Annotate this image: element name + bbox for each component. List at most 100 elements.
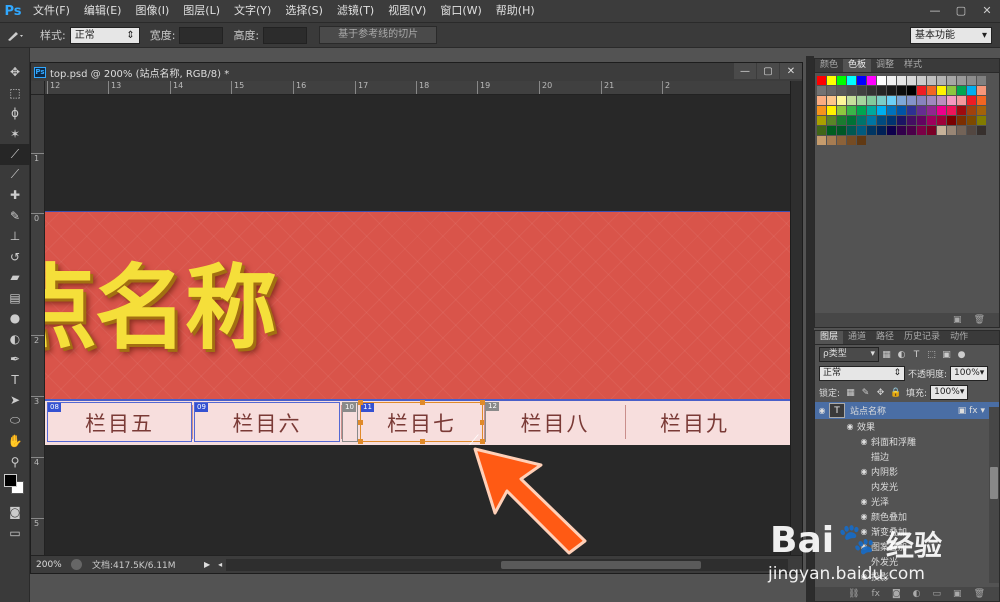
effect-row[interactable]: 描边: [815, 449, 999, 464]
path-selection-tool-icon[interactable]: ➤: [0, 390, 30, 411]
color-swatches[interactable]: [0, 472, 30, 502]
color-swatch[interactable]: [877, 106, 886, 115]
color-swatch[interactable]: [937, 86, 946, 95]
move-tool-icon[interactable]: ✥: [0, 62, 30, 83]
color-swatch[interactable]: [877, 86, 886, 95]
stamp-tool-icon[interactable]: ⊥: [0, 226, 30, 247]
eye-icon[interactable]: [857, 480, 871, 494]
color-swatch[interactable]: [817, 126, 826, 135]
status-menu-arrow-icon[interactable]: ▶: [204, 560, 210, 569]
color-swatch[interactable]: [887, 116, 896, 125]
color-swatch[interactable]: [897, 106, 906, 115]
color-swatch[interactable]: [937, 76, 946, 85]
color-swatch[interactable]: [867, 86, 876, 95]
scroll-left-arrow-icon[interactable]: ◂: [218, 560, 222, 569]
workspace-select[interactable]: 基本功能 ▾: [910, 27, 992, 44]
type-tool-icon[interactable]: T: [0, 370, 30, 391]
color-swatch[interactable]: [947, 126, 956, 135]
color-swatch[interactable]: [867, 76, 876, 85]
color-swatch[interactable]: [927, 116, 936, 125]
vertical-scrollbar[interactable]: [790, 81, 802, 555]
doc-close-icon[interactable]: ✕: [780, 63, 802, 79]
color-swatch[interactable]: [927, 106, 936, 115]
color-swatch[interactable]: [957, 126, 966, 135]
lock-all-icon[interactable]: 🔒: [890, 387, 901, 398]
dodge-tool-icon[interactable]: ◐: [0, 329, 30, 350]
color-swatch[interactable]: [917, 76, 926, 85]
color-swatch[interactable]: [827, 86, 836, 95]
slice-tool-preset-icon[interactable]: [0, 23, 30, 47]
effect-row[interactable]: 内发光: [815, 479, 999, 494]
color-swatch[interactable]: [827, 106, 836, 115]
color-swatch[interactable]: [967, 76, 976, 85]
width-input[interactable]: [179, 26, 224, 44]
fill-input[interactable]: 100% ▾: [930, 385, 969, 400]
color-swatch[interactable]: [887, 106, 896, 115]
color-swatch[interactable]: [917, 116, 926, 125]
brush-tool-icon[interactable]: ✎: [0, 206, 30, 227]
color-swatch[interactable]: [897, 126, 906, 135]
color-swatch[interactable]: [967, 126, 976, 135]
document-tab[interactable]: Ps top.psd @ 200% (站点名称, RGB/8) * — ▢ ✕: [31, 63, 802, 81]
color-swatch[interactable]: [867, 106, 876, 115]
color-swatch[interactable]: [837, 116, 846, 125]
color-swatch[interactable]: [847, 136, 856, 145]
tab-paths[interactable]: 路径: [871, 331, 900, 344]
lasso-tool-icon[interactable]: ϕ: [0, 103, 30, 124]
color-swatch[interactable]: [857, 76, 866, 85]
fx-icon[interactable]: ▣ fx ▾: [958, 406, 985, 416]
tab-channels[interactable]: 通道: [843, 331, 872, 344]
eye-icon[interactable]: ◉: [815, 404, 829, 418]
color-swatch[interactable]: [947, 86, 956, 95]
color-swatch[interactable]: [977, 96, 986, 105]
color-swatch[interactable]: [967, 106, 976, 115]
menu-window[interactable]: 窗口(W): [433, 0, 488, 22]
color-swatch[interactable]: [927, 76, 936, 85]
color-swatch[interactable]: [957, 116, 966, 125]
adjustment-filter-icon[interactable]: ◐: [896, 349, 907, 360]
color-swatch[interactable]: [887, 126, 896, 135]
color-swatch[interactable]: [897, 76, 906, 85]
color-swatch[interactable]: [957, 86, 966, 95]
horizontal-scroll-thumb[interactable]: [501, 560, 702, 569]
color-swatch[interactable]: [907, 106, 916, 115]
layer-site-name[interactable]: ◉ T 站点名称 ▣ fx ▾: [815, 402, 999, 419]
color-swatch[interactable]: [847, 126, 856, 135]
color-swatch[interactable]: [897, 96, 906, 105]
tab-history[interactable]: 历史记录: [899, 331, 946, 344]
tab-color[interactable]: 颜色: [815, 59, 844, 72]
style-select[interactable]: 正常 ⇕: [69, 26, 140, 44]
zoom-tool-icon[interactable]: ⚲: [0, 452, 30, 473]
color-swatch[interactable]: [847, 76, 856, 85]
menu-type[interactable]: 文字(Y): [227, 0, 278, 22]
marquee-tool-icon[interactable]: ⬚: [0, 83, 30, 104]
filter-toggle-icon[interactable]: ●: [956, 349, 967, 360]
color-swatch[interactable]: [977, 126, 986, 135]
height-input[interactable]: [263, 26, 308, 44]
color-swatch[interactable]: [827, 136, 836, 145]
color-swatch[interactable]: [857, 136, 866, 145]
color-swatch[interactable]: [947, 96, 956, 105]
tab-adjustments[interactable]: 调整: [871, 59, 900, 72]
color-swatch[interactable]: [887, 86, 896, 95]
doc-minimize-icon[interactable]: —: [734, 63, 756, 79]
status-globe-icon[interactable]: [71, 559, 82, 570]
color-swatch[interactable]: [817, 86, 826, 95]
lock-pixels-icon[interactable]: ✎: [860, 387, 871, 398]
color-swatch[interactable]: [877, 96, 886, 105]
color-swatch[interactable]: [847, 116, 856, 125]
type-filter-icon[interactable]: T: [911, 349, 922, 360]
close-icon[interactable]: ✕: [974, 0, 1000, 20]
color-swatch[interactable]: [937, 96, 946, 105]
color-swatch[interactable]: [837, 106, 846, 115]
pixel-filter-icon[interactable]: ▦: [881, 349, 892, 360]
menu-file[interactable]: 文件(F): [26, 0, 77, 22]
color-swatch[interactable]: [887, 76, 896, 85]
color-swatch[interactable]: [937, 116, 946, 125]
color-swatch[interactable]: [967, 86, 976, 95]
new-swatch-icon[interactable]: ▣: [953, 315, 962, 325]
color-swatch[interactable]: [847, 86, 856, 95]
color-swatch[interactable]: [957, 96, 966, 105]
tab-swatches[interactable]: 色板: [843, 59, 872, 72]
color-swatch[interactable]: [837, 126, 846, 135]
